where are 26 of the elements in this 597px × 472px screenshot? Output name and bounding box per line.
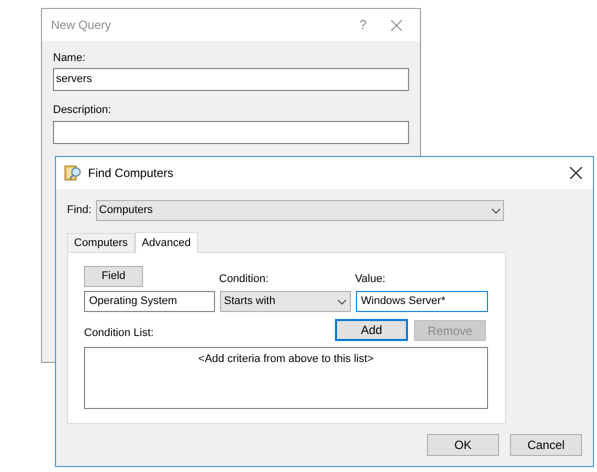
chevron-down-icon <box>491 208 501 214</box>
condition-dropdown[interactable]: Starts with <box>220 291 351 312</box>
dialog-title: Find Computers <box>88 165 174 182</box>
condition-list-label: Condition List: <box>84 326 155 340</box>
field-button[interactable]: Field <box>84 266 143 287</box>
name-label: Name: <box>53 51 86 65</box>
tab[interactable]: Advanced <box>134 232 198 253</box>
name-field[interactable]: servers <box>53 68 409 91</box>
description-label: Description: <box>53 103 112 117</box>
description-field[interactable] <box>53 121 409 144</box>
tab[interactable]: Computers <box>67 233 135 252</box>
value-label: Value: <box>355 272 386 286</box>
value-input[interactable]: Windows Server* <box>356 291 488 312</box>
close-icon[interactable] <box>570 167 582 179</box>
condition-label: Condition: <box>219 272 270 286</box>
window-title: New Query <box>51 17 112 34</box>
add-button[interactable]: Add <box>335 319 408 341</box>
condition-list[interactable]: <Add criteria from above to this list> <box>84 347 488 409</box>
find-dropdown[interactable]: Computers <box>96 200 504 221</box>
ok-button[interactable]: OK <box>427 434 499 456</box>
find-icon <box>64 164 82 182</box>
cancel-button[interactable]: Cancel <box>510 434 582 456</box>
list-placeholder: <Add criteria from above to this list> <box>198 352 374 365</box>
field-input[interactable]: Operating System <box>84 291 215 312</box>
chevron-down-icon <box>337 298 347 304</box>
find-label: Find: <box>67 203 92 218</box>
